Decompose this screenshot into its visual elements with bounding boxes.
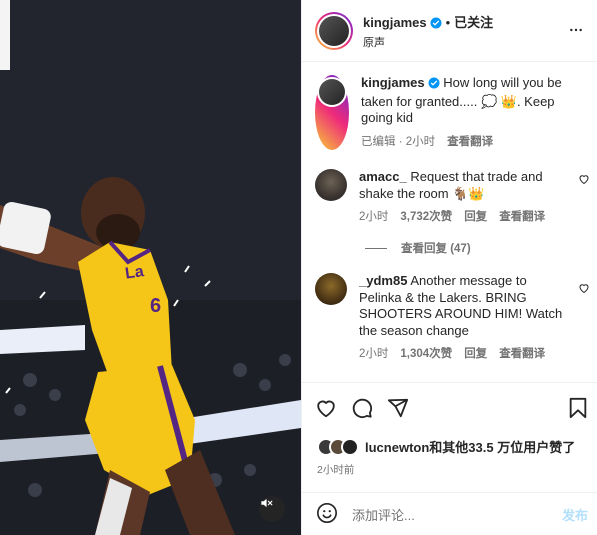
- heart-icon: [579, 175, 589, 185]
- reply-button[interactable]: 回复: [464, 209, 487, 226]
- caption-translate-link[interactable]: 查看翻译: [447, 134, 493, 151]
- mute-toggle-button[interactable]: [259, 496, 285, 522]
- post-media-video[interactable]: La 6: [0, 0, 301, 535]
- translate-link[interactable]: 查看翻译: [499, 209, 545, 226]
- share-button[interactable]: [387, 397, 409, 422]
- heart-icon: [579, 284, 589, 294]
- comment-button[interactable]: [351, 397, 373, 422]
- comment-input[interactable]: 添加评论...: [352, 505, 415, 524]
- comment-author[interactable]: _ydm85: [359, 273, 407, 288]
- comment-time: 2小时: [359, 211, 389, 223]
- post-timestamp[interactable]: 2小时前: [317, 462, 354, 477]
- comment-likes[interactable]: 1,304次赞: [400, 346, 452, 363]
- bookmark-icon: [569, 397, 587, 419]
- comment-likes[interactable]: 3,732次赞: [400, 209, 452, 226]
- likes-summary[interactable]: lucnewton和其他33.5 万位用户赞了: [317, 437, 575, 456]
- following-button[interactable]: 已关注: [454, 15, 493, 30]
- avatar: [341, 437, 359, 456]
- svg-text:La: La: [124, 263, 145, 282]
- avatar[interactable]: [315, 273, 347, 305]
- post-details-panel: kingjames • 已关注 原声 kingjames How long wi…: [301, 0, 597, 535]
- post-header: kingjames • 已关注 原声: [302, 0, 597, 62]
- like-comment-button[interactable]: [578, 282, 590, 297]
- comment-item: _ydm85 Another message to Pelinka & the …: [315, 273, 571, 363]
- comment-time: 2小时: [359, 348, 389, 360]
- video-frame-illustration: La 6: [0, 0, 301, 535]
- view-replies-button[interactable]: 查看回复 (47): [365, 240, 471, 256]
- like-comment-button[interactable]: [578, 173, 590, 188]
- avatar: [319, 79, 345, 105]
- emoji-picker-button[interactable]: [316, 502, 338, 527]
- separator-dot: •: [445, 14, 451, 30]
- post-actions: lucnewton和其他33.5 万位用户赞了 2小时前: [302, 382, 597, 492]
- caption-author[interactable]: kingjames: [361, 75, 425, 90]
- caption-avatar-ring[interactable]: [315, 75, 349, 150]
- view-replies-label: 查看回复 (47): [401, 243, 471, 255]
- heart-icon: [317, 400, 335, 418]
- caption-time: 已编辑 · 2小时: [361, 135, 436, 148]
- translate-link[interactable]: 查看翻译: [499, 346, 545, 363]
- save-post-button[interactable]: [568, 397, 588, 422]
- replies-divider: [365, 247, 387, 249]
- reply-button[interactable]: 回复: [464, 346, 487, 363]
- post-comment-button[interactable]: 发布: [562, 505, 588, 524]
- author-avatar-ring[interactable]: [315, 11, 353, 50]
- comments-list[interactable]: kingjames How long will you be taken for…: [302, 63, 597, 381]
- add-comment-bar: 添加评论... 发布: [302, 492, 597, 535]
- emoji-icon: [317, 502, 337, 523]
- verified-badge-icon: [430, 17, 442, 32]
- likes-text: lucnewton和其他33.5 万位用户赞了: [365, 440, 576, 455]
- avatar[interactable]: [315, 169, 347, 201]
- liker-avatars: [317, 437, 359, 456]
- share-icon: [387, 398, 409, 418]
- verified-badge-icon: [428, 77, 440, 94]
- muted-speaker-icon: [261, 498, 273, 508]
- original-audio-link[interactable]: 原声: [363, 34, 493, 50]
- comment-author[interactable]: amacc_: [359, 169, 407, 184]
- more-options-button[interactable]: [568, 22, 584, 41]
- svg-text:6: 6: [150, 295, 161, 317]
- caption: kingjames How long will you be taken for…: [315, 75, 573, 150]
- avatar: [319, 15, 349, 46]
- author-username[interactable]: kingjames: [363, 15, 427, 30]
- more-horizontal-icon: [570, 28, 582, 32]
- comment-icon: [352, 398, 373, 419]
- like-post-button[interactable]: [315, 397, 337, 422]
- comment-item: amacc_ Request that trade and shake the …: [315, 169, 571, 226]
